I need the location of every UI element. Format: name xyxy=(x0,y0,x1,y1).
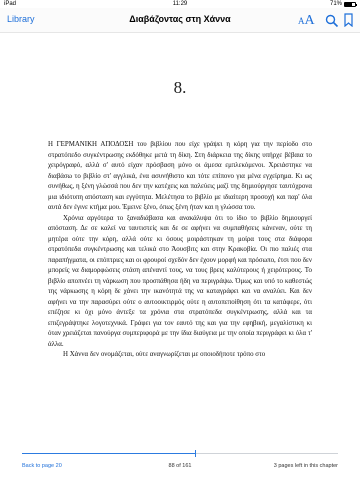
scrubber-handle[interactable] xyxy=(194,450,196,457)
search-icon[interactable] xyxy=(325,14,339,28)
page-scrubber[interactable] xyxy=(22,450,338,457)
status-bar: iPad 11:29 71% xyxy=(0,0,360,8)
paragraph: Η ΓΕΡΜΑΝΙΚΗ ΑΠΟΔΟΣΗ του βιβλίου που είχε… xyxy=(48,141,312,211)
battery-percent: 71% xyxy=(329,1,342,7)
reader-toolbar: Library Διαβάζοντας στη Χάννα AA xyxy=(0,8,360,33)
pages-left-label: 3 pages left in this chapter xyxy=(273,463,338,469)
bookmark-icon[interactable] xyxy=(344,13,353,27)
battery-indicator: 71% xyxy=(329,0,357,8)
chapter-number: 8. xyxy=(173,78,187,97)
font-large-icon: A xyxy=(304,13,315,28)
page-content: Η ΓΕΡΜΑΝΙΚΗ ΑΠΟΔΟΣΗ του βιβλίου που είχε… xyxy=(48,140,312,361)
clock: 11:29 xyxy=(172,1,188,7)
paragraph: Η Χάννα δεν ονομάζεται, ούτε αναγνωρίζετ… xyxy=(63,351,266,358)
font-size-button[interactable]: AA xyxy=(298,11,315,29)
paragraph: Χρόνια αργότερα το ξαναδιάβασα και ανακά… xyxy=(48,214,312,348)
battery-icon xyxy=(344,1,357,7)
scrubber-fill xyxy=(22,453,195,454)
